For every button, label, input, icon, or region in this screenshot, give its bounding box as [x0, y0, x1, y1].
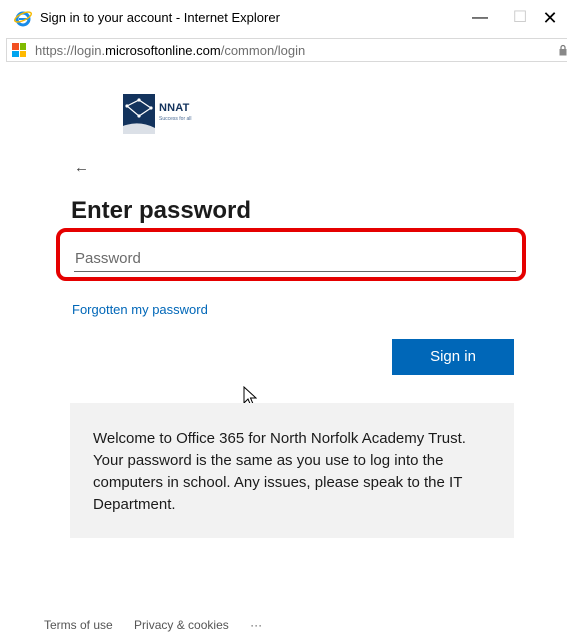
lock-icon[interactable] — [559, 44, 567, 56]
logo-name: NNAT — [159, 102, 190, 114]
url-text[interactable]: https://login.microsoftonline.com/common… — [35, 43, 305, 58]
window-titlebar: Sign in to your account - Internet Explo… — [0, 0, 567, 36]
terms-of-use-link[interactable]: Terms of use — [44, 618, 113, 632]
password-input[interactable] — [74, 246, 516, 272]
footer: Terms of use Privacy & cookies ··· — [44, 618, 280, 632]
notice-text: Welcome to Office 365 for North Norfolk … — [93, 430, 466, 513]
privacy-cookies-link[interactable]: Privacy & cookies — [134, 618, 229, 632]
window-title: Sign in to your account - Internet Explo… — [40, 10, 280, 25]
sign-in-button[interactable]: Sign in — [392, 339, 514, 375]
forgot-password-link[interactable]: Forgotten my password — [72, 302, 208, 317]
microsoft-logo-icon — [12, 43, 26, 57]
minimize-button[interactable]: — — [460, 4, 500, 32]
notice-box: Welcome to Office 365 for North Norfolk … — [70, 403, 514, 538]
url-path: /common/login — [220, 43, 306, 58]
logo-tagline: Success for all — [159, 116, 192, 122]
organization-logo: NNAT Success for all — [123, 94, 215, 134]
url-domain: microsoftonline.com — [105, 43, 221, 58]
address-bar[interactable]: https://login.microsoftonline.com/common… — [6, 38, 567, 62]
password-field-highlight — [56, 228, 526, 281]
nnat-logo-mark-icon — [123, 94, 155, 134]
page-title: Enter password — [71, 197, 252, 224]
back-arrow-button[interactable]: ← — [74, 158, 89, 178]
more-options-button[interactable]: ··· — [250, 618, 262, 632]
close-button[interactable]: ✕ — [530, 4, 567, 32]
url-prefix: https://login. — [35, 43, 106, 58]
internet-explorer-icon — [14, 11, 32, 27]
